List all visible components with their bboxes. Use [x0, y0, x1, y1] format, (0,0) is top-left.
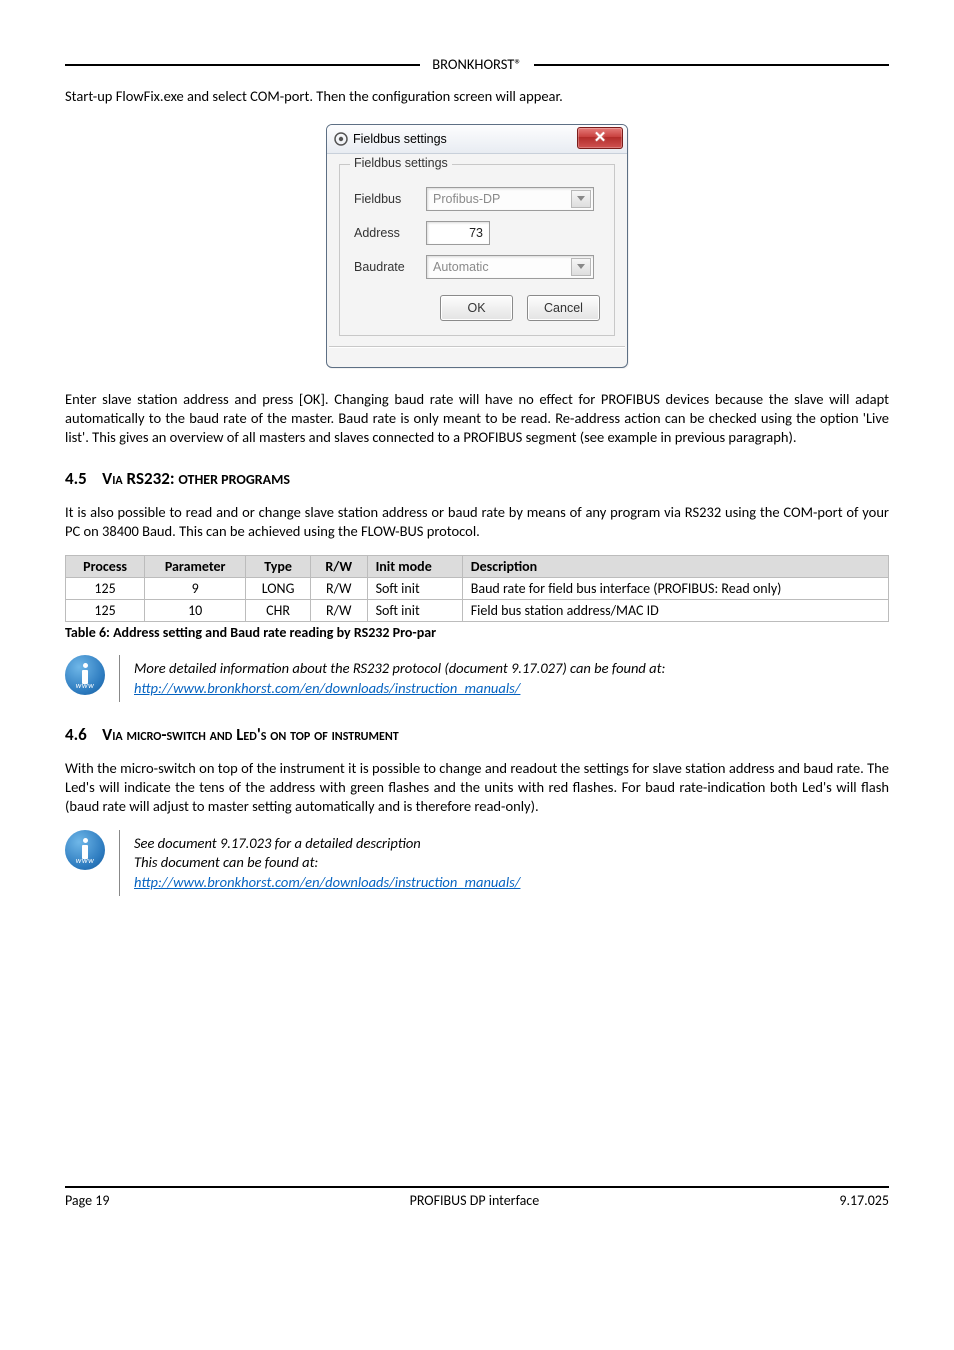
- address-label: Address: [354, 226, 426, 240]
- footer-center: PROFIBUS DP interface: [410, 1192, 540, 1209]
- rule-right: [534, 64, 889, 66]
- cell: Field bus station address/MAC ID: [462, 600, 888, 622]
- fieldbus-dialog: Fieldbus settings ✕ Fieldbus settings Fi…: [326, 124, 628, 368]
- dialog-titlebar: Fieldbus settings ✕: [327, 125, 627, 154]
- address-input[interactable]: 73: [426, 221, 490, 245]
- sec45-main: ia RS232:: [112, 468, 174, 489]
- th-rw: R/W: [310, 556, 367, 578]
- close-icon: ✕: [594, 130, 607, 145]
- th-init: Init mode: [367, 556, 462, 578]
- cell: 10: [145, 600, 246, 622]
- info2-line1: See document 9.17.023 for a detailed des…: [134, 834, 520, 854]
- sec45-tail: other programs: [178, 471, 290, 488]
- ok-button[interactable]: OK: [440, 295, 513, 321]
- th-parameter: Parameter: [145, 556, 246, 578]
- baudrate-label: Baudrate: [354, 260, 426, 274]
- rule-left: [65, 64, 420, 66]
- info-icon: www: [65, 830, 105, 870]
- sec45-num: 4.5: [65, 468, 87, 489]
- cell: Soft init: [367, 578, 462, 600]
- fieldset: Fieldbus settings Fieldbus Profibus-DP A…: [339, 164, 615, 336]
- fieldbus-combo[interactable]: Profibus-DP: [426, 187, 594, 211]
- header-rule: BRONKHORST®: [65, 55, 889, 73]
- cell: 9: [145, 578, 246, 600]
- sec46-mid: ed's on top of instrument: [243, 724, 398, 745]
- cell: Soft init: [367, 600, 462, 622]
- table-row: 125 10 CHR R/W Soft init Field bus stati…: [66, 600, 889, 622]
- sec46-num: 4.6: [65, 724, 87, 745]
- fieldbus-value: Profibus-DP: [433, 192, 500, 206]
- para-ok: Enter slave station address and press [O…: [65, 390, 889, 447]
- th-process: Process: [66, 556, 145, 578]
- th-desc: Description: [462, 556, 888, 578]
- fieldset-legend: Fieldbus settings: [350, 156, 452, 170]
- footer-left: Page 19: [65, 1192, 109, 1209]
- sec46-main: ia micro-switch and L: [112, 724, 243, 745]
- info1-link[interactable]: http://www.bronkhorst.com/en/downloads/i…: [134, 679, 520, 697]
- cell: LONG: [246, 578, 311, 600]
- info-block-2: www See document 9.17.023 for a detailed…: [65, 830, 889, 897]
- info1-line1: More detailed information about the RS23…: [134, 659, 665, 679]
- info2-link[interactable]: http://www.bronkhorst.com/en/downloads/i…: [134, 873, 520, 891]
- ok-label: OK: [467, 301, 485, 315]
- baudrate-value: Automatic: [433, 260, 489, 274]
- info-icon: www: [65, 655, 105, 695]
- address-value: 73: [469, 226, 483, 240]
- info-block-1: www More detailed information about the …: [65, 655, 889, 702]
- chevron-down-icon: [571, 190, 591, 208]
- cell: R/W: [310, 578, 367, 600]
- th-type: Type: [246, 556, 311, 578]
- cell: Baud rate for field bus interface (PROFI…: [462, 578, 888, 600]
- footer: Page 19 PROFIBUS DP interface 9.17.025: [65, 1186, 889, 1209]
- rs232-table: Process Parameter Type R/W Init mode Des…: [65, 555, 889, 622]
- section-4-6-heading: 4.6 Via micro-switch and Led's on top of…: [65, 724, 889, 745]
- dialog-icon: [333, 131, 349, 147]
- cell: 125: [66, 600, 145, 622]
- cell: R/W: [310, 600, 367, 622]
- fieldbus-label: Fieldbus: [354, 192, 426, 206]
- table-caption: Table 6: Address setting and Baud rate r…: [65, 624, 889, 641]
- cell: 125: [66, 578, 145, 600]
- dialog-statusbar: [329, 346, 625, 365]
- info2-line2: This document can be found at:: [134, 853, 520, 873]
- table-row: 125 9 LONG R/W Soft init Baud rate for f…: [66, 578, 889, 600]
- cancel-button[interactable]: Cancel: [527, 295, 600, 321]
- para-45: It is also possible to read and or chang…: [65, 503, 889, 541]
- para-46: With the micro-switch on top of the inst…: [65, 759, 889, 816]
- baudrate-combo[interactable]: Automatic: [426, 255, 594, 279]
- dialog-close-button[interactable]: ✕: [577, 127, 623, 149]
- cell: CHR: [246, 600, 311, 622]
- chevron-down-icon: [571, 258, 591, 276]
- sec46-lead: V: [102, 724, 112, 745]
- dialog-title: Fieldbus settings: [353, 132, 447, 146]
- header-brand: BRONKHORST®: [426, 55, 527, 73]
- intro-text: Start-up FlowFix.exe and select COM-port…: [65, 87, 889, 106]
- section-4-5-heading: 4.5 Via RS232: other programs: [65, 468, 889, 489]
- footer-right: 9.17.025: [839, 1192, 889, 1209]
- sec45-lead: V: [102, 468, 112, 489]
- cancel-label: Cancel: [544, 301, 583, 315]
